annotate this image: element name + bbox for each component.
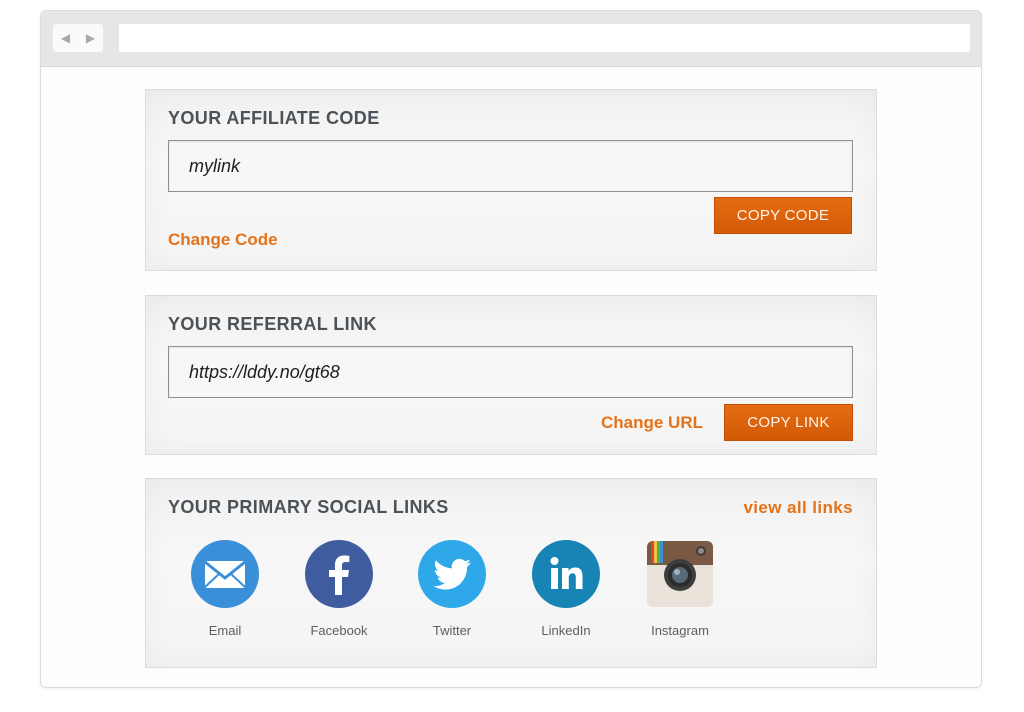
- browser-window: ◀ ▶ YOUR AFFILIATE CODE mylink COPY CODE…: [40, 10, 982, 688]
- copy-code-button[interactable]: COPY CODE: [714, 197, 852, 234]
- twitter-icon: [418, 540, 486, 608]
- forward-arrow-icon[interactable]: ▶: [86, 31, 95, 45]
- view-all-links-link[interactable]: view all links: [743, 498, 853, 518]
- back-arrow-icon[interactable]: ◀: [61, 31, 70, 45]
- affiliate-code-field[interactable]: mylink: [168, 140, 853, 192]
- social-email-label: Email: [208, 623, 242, 638]
- instagram-icon: [647, 541, 713, 607]
- social-facebook-label: Facebook: [310, 623, 368, 638]
- referral-link-field[interactable]: https://lddy.no/gt68: [168, 346, 853, 398]
- copy-link-button[interactable]: COPY LINK: [724, 404, 853, 441]
- social-instagram-label: Instagram: [651, 623, 709, 638]
- change-code-link[interactable]: Change Code: [168, 230, 278, 250]
- social-linkedin[interactable]: LinkedIn: [511, 539, 621, 638]
- social-email[interactable]: Email: [170, 539, 280, 638]
- nav-buttons: ◀ ▶: [53, 24, 103, 52]
- social-linkedin-label: LinkedIn: [541, 623, 591, 638]
- social-icons-row: Email Facebook Twitter LinkedIn Instagra…: [168, 539, 768, 649]
- referral-link-title: YOUR REFERRAL LINK: [168, 314, 377, 334]
- social-twitter[interactable]: Twitter: [397, 539, 507, 638]
- change-url-link[interactable]: Change URL: [601, 413, 703, 433]
- email-icon: [191, 540, 259, 608]
- social-twitter-label: Twitter: [432, 623, 472, 638]
- social-links-title: YOUR PRIMARY SOCIAL LINKS: [168, 497, 449, 517]
- address-bar[interactable]: [119, 24, 970, 52]
- social-facebook[interactable]: Facebook: [284, 539, 394, 638]
- affiliate-code-panel: YOUR AFFILIATE CODE mylink COPY CODE Cha…: [145, 89, 877, 271]
- social-links-panel: YOUR PRIMARY SOCIAL LINKS view all links…: [145, 478, 877, 668]
- social-instagram[interactable]: Instagram: [625, 539, 735, 638]
- linkedin-icon: [532, 540, 600, 608]
- affiliate-code-title: YOUR AFFILIATE CODE: [168, 108, 380, 128]
- browser-toolbar: ◀ ▶: [41, 11, 981, 67]
- facebook-icon: [305, 540, 373, 608]
- referral-link-panel: YOUR REFERRAL LINK https://lddy.no/gt68 …: [145, 295, 877, 455]
